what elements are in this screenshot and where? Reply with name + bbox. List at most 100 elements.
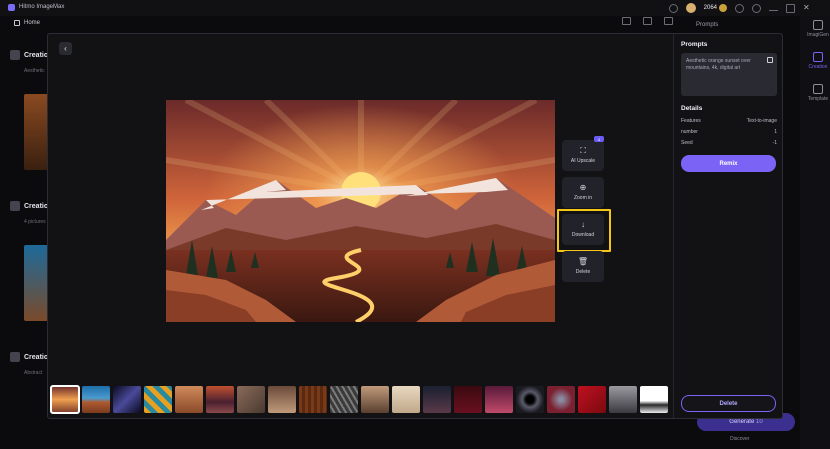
background-thumbnail[interactable] (24, 245, 48, 321)
thumbnail[interactable] (485, 386, 513, 413)
section-subtitle: Aesthetic (24, 68, 45, 74)
details-heading: Details (681, 105, 703, 112)
coin-icon (719, 4, 727, 12)
image-viewer-modal: ‹ ⛶ AI Upscale 4 ⊕ Zoom in ↓ Download 🗑 … (47, 33, 783, 419)
zoom-in-label: Zoom in (573, 195, 593, 201)
thumbnail[interactable] (640, 386, 668, 413)
ai-upscale-label: AI Upscale (570, 158, 596, 164)
section-icon (10, 50, 20, 60)
trash-icon: 🗑 (577, 257, 589, 266)
profile-icon[interactable] (752, 3, 761, 13)
top-toolbar: 2064 ✕ (668, 3, 812, 13)
delete-label: Delete (575, 269, 591, 275)
thumbnail[interactable] (113, 386, 141, 413)
thumbnail[interactable] (609, 386, 637, 413)
remix-label: Remix (719, 160, 738, 167)
sunset-mountains-image (166, 100, 555, 322)
home-label: Home (24, 20, 41, 26)
detail-label: number (681, 129, 698, 135)
app-title: Hitmo ImageMax (19, 4, 65, 10)
image-icon (813, 20, 823, 30)
background-thumbnail[interactable] (24, 94, 48, 170)
thumbnail[interactable] (547, 386, 575, 413)
prompt-text: Aesthetic orange sunset over mountains, … (686, 58, 751, 71)
credits-display[interactable]: 2064 (704, 4, 727, 12)
thumbnail[interactable] (175, 386, 203, 413)
avatar[interactable] (685, 3, 696, 13)
maximize-icon[interactable] (786, 3, 795, 13)
home-link[interactable]: Home (14, 20, 40, 26)
ai-upscale-button[interactable]: ⛶ AI Upscale (562, 140, 604, 171)
thumbnail[interactable] (423, 386, 451, 413)
delete-button-label: Delete (719, 400, 738, 407)
top-bar: Hitmo ImageMax 2064 ✕ (0, 0, 830, 16)
zoom-in-button[interactable]: ⊕ Zoom in (562, 177, 604, 208)
gallery-icon[interactable] (622, 17, 631, 25)
creation-icon (813, 52, 823, 62)
generate-label: Generate (729, 419, 755, 425)
pro-badge: 4 (594, 136, 604, 142)
download-highlight (557, 209, 611, 252)
detail-row: number 1 (681, 129, 777, 135)
panel-divider (673, 34, 674, 418)
delete-image-button[interactable]: 🗑 Delete (562, 251, 604, 282)
section-icon (10, 201, 20, 211)
prompt-box: Aesthetic orange sunset over mountains, … (681, 53, 777, 96)
prompts-heading: Prompts (681, 41, 708, 48)
thumbnail[interactable] (206, 386, 234, 413)
close-icon[interactable]: ✕ (803, 3, 812, 13)
chevron-left-icon: ‹ (64, 44, 67, 53)
delete-button[interactable]: Delete (681, 395, 776, 412)
home-icon (14, 20, 20, 26)
thumbnail[interactable] (361, 386, 389, 413)
detail-value: 1 (774, 129, 777, 135)
section-icon (10, 352, 20, 362)
trash-icon[interactable] (664, 17, 673, 25)
main-image (166, 100, 555, 322)
right-rail (800, 16, 830, 449)
section-subtitle: Abstract (24, 370, 43, 376)
remix-button[interactable]: Remix (681, 155, 776, 172)
rail-label: Creation (808, 64, 828, 70)
rail-label: Template (807, 96, 829, 102)
thumbnail[interactable] (299, 386, 327, 413)
rail-item-imagigen[interactable]: ImagiGen (806, 20, 830, 38)
thumbnail[interactable] (516, 386, 544, 413)
section-subtitle: 4 pictures (24, 219, 46, 225)
discover-link[interactable]: Discover (730, 436, 749, 442)
notification-icon[interactable] (668, 3, 678, 13)
thumbnail[interactable] (392, 386, 420, 413)
help-icon[interactable] (735, 3, 744, 13)
back-button[interactable]: ‹ (59, 42, 72, 55)
discover-label: Discover (730, 436, 750, 442)
thumbnail[interactable] (454, 386, 482, 413)
upload-icon[interactable] (643, 17, 652, 25)
rail-item-creation[interactable]: Creation (806, 52, 830, 70)
zoom-in-icon: ⊕ (579, 183, 587, 192)
thumbnail[interactable] (82, 386, 110, 413)
minimize-icon[interactable] (769, 6, 778, 11)
thumbnail[interactable] (50, 385, 80, 414)
detail-value: -1 (772, 140, 777, 146)
thumbnail[interactable] (330, 386, 358, 413)
thumbnail-strip (50, 385, 668, 414)
background-toolbar (622, 17, 673, 25)
thumbnail[interactable] (268, 386, 296, 413)
grid-icon (813, 84, 823, 94)
app-logo-icon (8, 4, 15, 11)
thumbnail[interactable] (578, 386, 606, 413)
thumbnail[interactable] (237, 386, 265, 413)
detail-row: Features Text-to-image (681, 118, 777, 124)
generate-cost: 10 (756, 419, 763, 425)
background-panel-title: Prompts (696, 22, 719, 28)
rail-item-template[interactable]: Template (806, 84, 830, 102)
rail-label: ImagiGen (807, 32, 829, 38)
copy-icon[interactable] (767, 57, 773, 63)
detail-value: Text-to-image (746, 118, 777, 124)
thumbnail[interactable] (144, 386, 172, 413)
detail-label: Seed (681, 140, 693, 146)
detail-row: Seed -1 (681, 140, 777, 146)
pro-badge-value: 4 (597, 136, 601, 142)
upscale-icon: ⛶ (580, 146, 586, 155)
detail-label: Features (681, 118, 701, 124)
